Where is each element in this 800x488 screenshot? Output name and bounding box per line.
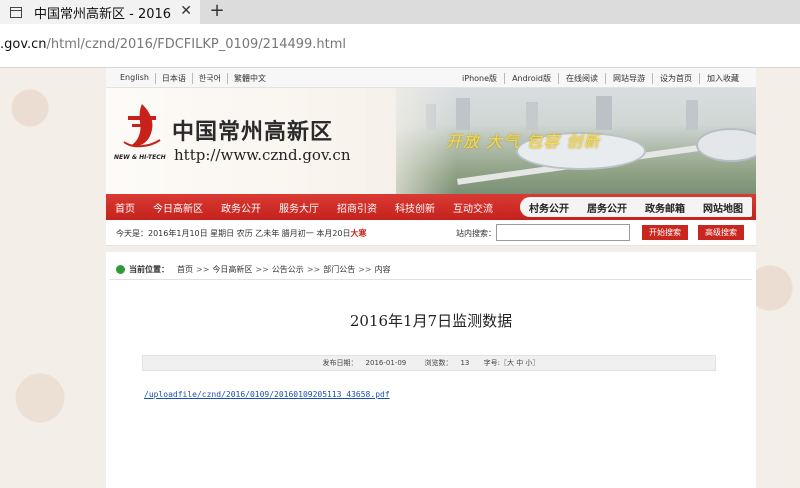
utility-links: iPhone版 Android版 在线阅读 网站导游 设为首页 加入收藏 [455,73,746,84]
nav-item-resident-affairs[interactable]: 居务公开 [587,200,627,215]
secondary-nav: 村务公开 居务公开 政务邮箱 网站地图 [520,197,752,217]
iphone-link[interactable]: iPhone版 [455,73,506,84]
view-count: 浏览数： 13 [424,359,470,367]
add-favorite-link[interactable]: 加入收藏 [700,73,746,84]
tab-title: 中国常州高新区 - 2016 [34,6,172,22]
nav-item-home[interactable]: 首页 [106,200,144,215]
breadcrumb-home[interactable]: 首页 [177,264,193,275]
location-icon [116,265,125,274]
info-bar: 今天是：2016年1月10日 星期日 农历 乙未年 腊月初一 本月20日大寒 站… [106,220,756,246]
site-guide-link[interactable]: 网站导游 [606,73,653,84]
date-line: 今天是：2016年1月10日 星期日 农历 乙未年 腊月初一 本月20日大寒 [116,228,367,239]
nav-item-village-affairs[interactable]: 村务公开 [529,200,569,215]
lang-link[interactable]: 日本语 [156,73,193,84]
breadcrumb: 当前位置： 首页 >> 今日高新区 >> 公告公示 >> 部门公告 >> 内容 [110,260,752,280]
logo-subtitle: NEW & HI-TECH [114,154,166,161]
url-text[interactable]: .gov.cn/html/cznd/2016/FDCFILKP_0109/214… [0,37,346,52]
site-logo-icon[interactable] [120,102,164,150]
language-links: English 日本语 한국어 繁體中文 [114,73,272,84]
publish-date: 发布日期： 2016-01-09 [322,359,407,367]
nav-item-investment[interactable]: 招商引资 [328,200,386,215]
breadcrumb-notices[interactable]: 公告公示 [272,264,304,275]
main-content: 当前位置： 首页 >> 今日高新区 >> 公告公示 >> 部门公告 >> 内容 … [106,252,756,488]
search-button[interactable]: 开始搜索 [642,225,688,240]
nav-item-innovation[interactable]: 科技创新 [386,200,444,215]
search-input[interactable] [496,224,630,241]
date-text: 今天是：2016年1月10日 星期日 农历 乙未年 腊月初一 本月20日 [116,229,351,238]
top-utility-nav: English 日本语 한국어 繁體中文 iPhone版 Android版 在线… [106,68,756,88]
close-tab-icon[interactable]: ✕ [180,3,192,19]
new-tab-icon[interactable]: + [206,0,228,24]
advanced-search-button[interactable]: 高级搜索 [698,225,744,240]
site-banner: NEW & HI-TECH 中国常州高新区 http://www.cznd.go… [106,88,756,194]
main-nav: 首页 今日高新区 政务公开 服务大厅 招商引资 科技创新 互动交流 村务公开 居… [106,194,756,220]
breadcrumb-dept-notices[interactable]: 部门公告 [323,264,355,275]
url-path: /html/cznd/2016/FDCFILKP_0109/214499.htm… [46,37,347,52]
breadcrumb-label: 当前位置： [129,265,169,274]
breadcrumb-today[interactable]: 今日高新区 [212,264,252,275]
android-link[interactable]: Android版 [505,73,559,84]
font-size-switcher[interactable]: 字号:〖大 中 小〗 [484,359,540,367]
nav-item-interaction[interactable]: 互动交流 [444,200,502,215]
search-label: 站内搜索： [456,229,496,238]
browser-tab-bar: 中国常州高新区 - 2016 ✕ + [0,0,800,24]
online-reading-link[interactable]: 在线阅读 [559,73,606,84]
page-icon [10,6,22,18]
url-host: .gov.cn [0,37,47,52]
nav-item-service-hall[interactable]: 服务大厅 [270,200,328,215]
banner-slogan: 开放 大气 包容 创新 [446,132,601,151]
site-url: http://www.cznd.gov.cn [174,146,351,164]
browser-tab[interactable]: 中国常州高新区 - 2016 ✕ [0,0,200,24]
breadcrumb-current: 内容 [374,265,391,274]
solar-term: 大寒 [350,229,367,238]
lang-link[interactable]: English [114,73,156,84]
nav-item-gov-mailbox[interactable]: 政务邮箱 [645,200,685,215]
site-name: 中国常州高新区 [172,119,334,145]
lang-link[interactable]: 繁體中文 [228,73,272,84]
nav-item-sitemap[interactable]: 网站地图 [703,200,743,215]
address-bar[interactable]: .gov.cn/html/cznd/2016/FDCFILKP_0109/214… [0,24,800,68]
set-homepage-link[interactable]: 设为首页 [653,73,700,84]
nav-item-today[interactable]: 今日高新区 [144,200,212,215]
lang-link[interactable]: 한국어 [193,73,228,84]
nav-item-gov-info[interactable]: 政务公开 [212,200,270,215]
article-meta: 发布日期： 2016-01-09 浏览数： 13 字号:〖大 中 小〗 [142,355,716,371]
attachment-link[interactable]: /uploadfile/cznd/2016/0109/2016010920511… [144,390,390,399]
article-title: 2016年1月7日监测数据 [349,312,513,330]
